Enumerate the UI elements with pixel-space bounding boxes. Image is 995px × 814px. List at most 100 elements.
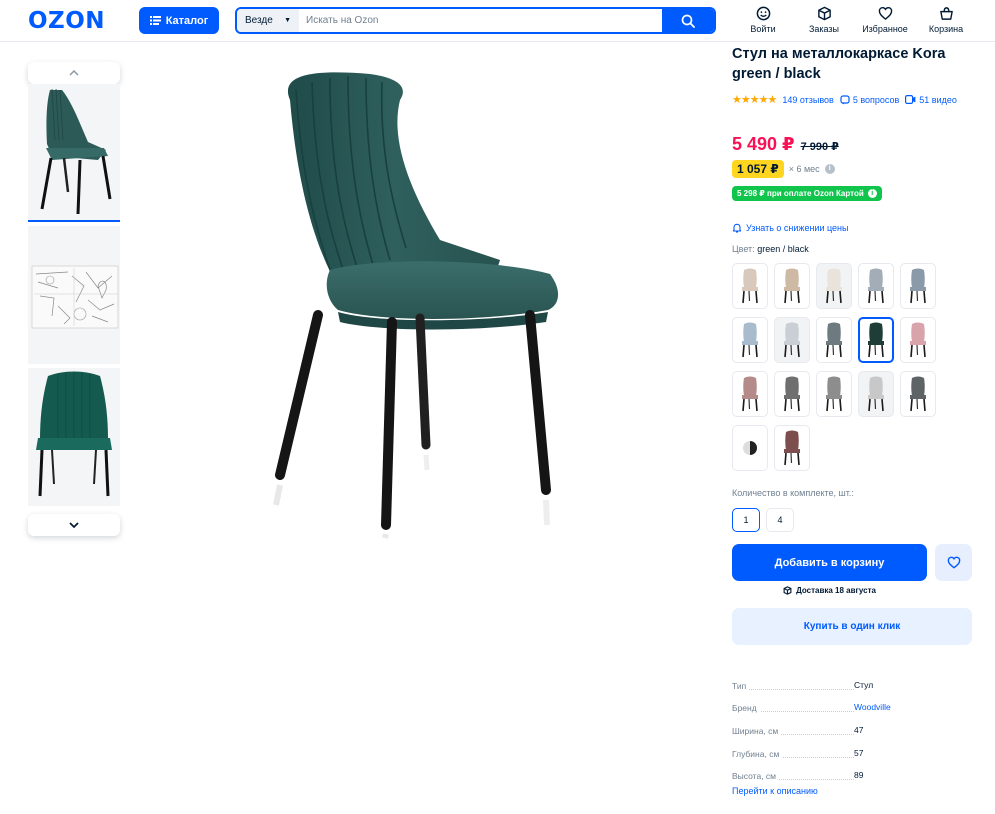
nav-login[interactable]: Войти (733, 6, 793, 34)
rating-row: ★★★★★ 149 отзывов 5 вопросов 51 видео (732, 93, 957, 106)
quantity-options: 1 4 (732, 508, 794, 532)
color-swatches (732, 263, 942, 471)
thumbnail-assembly-diagram[interactable] (28, 226, 120, 364)
color-swatch[interactable] (858, 371, 894, 417)
installment-row[interactable]: 1 057 ₽ × 6 мес i (732, 160, 835, 178)
color-swatch[interactable] (816, 371, 852, 417)
nav-login-label: Войти (750, 24, 776, 34)
questions-link[interactable]: 5 вопросов (840, 95, 899, 105)
bell-icon (732, 223, 742, 233)
color-swatch[interactable] (858, 263, 894, 309)
nav-orders-label: Заказы (808, 24, 840, 34)
color-swatch[interactable] (774, 425, 810, 471)
buy-one-click-button[interactable]: Купить в один клик (732, 608, 972, 645)
spec-row: Глубина, см 57 (732, 735, 972, 759)
spec-name: Высота, см (732, 771, 780, 782)
nav-cart[interactable]: Корзина (916, 6, 976, 34)
catalog-button[interactable]: Каталог (139, 7, 219, 34)
spec-row: Высота, см 89 (732, 758, 972, 782)
diagram-thumbnail-image (31, 265, 119, 329)
ozon-card-price-badge[interactable]: 5 298 ₽ при оплате Ozon Картой i (732, 186, 882, 201)
quantity-option-1[interactable]: 1 (732, 508, 760, 532)
chair-swatch-icon (784, 376, 800, 412)
caret-down-icon: ▼ (284, 17, 291, 24)
spec-name: Ширина, см (732, 726, 782, 737)
menu-icon (149, 16, 161, 25)
chair-swatch-icon (742, 268, 758, 304)
two-tone-color-icon (743, 441, 757, 455)
thumbnail-chair-front[interactable] (28, 368, 120, 506)
chair-front-thumbnail-image (36, 371, 112, 497)
go-to-description-link[interactable]: Перейти к описанию (732, 786, 818, 796)
old-price: 7 990 ₽ (800, 141, 839, 153)
color-swatch[interactable] (900, 263, 936, 309)
catalog-label: Каталог (165, 14, 209, 27)
heart-icon (878, 6, 892, 21)
color-swatch[interactable] (732, 371, 768, 417)
spec-value: 47 (854, 725, 864, 736)
quantity-option-4[interactable]: 4 (766, 508, 794, 532)
chair-swatch-icon (826, 322, 842, 358)
search-scope-select[interactable]: Везде ▼ (237, 9, 299, 32)
chair-swatch-icon (784, 322, 800, 358)
brand-link[interactable]: Woodville (854, 702, 891, 712)
chair-swatch-icon (742, 322, 758, 358)
user-icon (756, 6, 770, 21)
videos-link[interactable]: 51 видео (905, 95, 957, 105)
color-swatch[interactable] (900, 317, 936, 363)
color-label: Цвет: green / black (732, 244, 809, 254)
nav-orders[interactable]: Заказы (794, 6, 854, 34)
videos-label: 51 видео (919, 94, 957, 105)
color-swatch[interactable] (816, 263, 852, 309)
chair-swatch-icon (868, 322, 884, 358)
chair-swatch-icon (868, 376, 884, 412)
nav-favorites-label: Избранное (862, 24, 908, 34)
rating-stars-icon: ★★★★★ (732, 94, 777, 106)
spec-row: Бренд Woodville (732, 690, 972, 714)
chair-swatch-icon (826, 268, 842, 304)
ozon-logo[interactable]: OZON (28, 8, 105, 34)
chair-swatch-icon (742, 376, 758, 412)
color-swatch[interactable] (900, 371, 936, 417)
product-main-image[interactable] (260, 60, 580, 540)
chair-swatch-icon (910, 376, 926, 412)
spec-name: Бренд (732, 703, 760, 714)
box-icon (817, 6, 831, 21)
chair-swatch-icon (784, 268, 800, 304)
search-icon (681, 14, 695, 28)
search-input[interactable] (299, 9, 662, 32)
price-drop-notify-link[interactable]: Узнать о снижении цены (732, 223, 848, 233)
price-row: 5 490 ₽ 7 990 ₽ (732, 134, 839, 155)
color-swatch[interactable] (774, 371, 810, 417)
add-to-favorites-button[interactable] (935, 544, 972, 581)
reviews-link[interactable]: 149 отзывов (782, 95, 834, 105)
thumbnails-scroll-down-button[interactable] (28, 514, 120, 536)
chair-swatch-icon (826, 376, 842, 412)
header: OZON Каталог Везде ▼ Войти Заказы Избран… (0, 0, 995, 42)
color-swatch[interactable] (816, 317, 852, 363)
thumbnail-chair-angle[interactable] (28, 84, 120, 222)
installment-price: 1 057 ₽ (732, 160, 784, 178)
search-button[interactable] (662, 9, 714, 32)
questions-label: 5 вопросов (852, 94, 900, 105)
chair-swatch-icon (868, 268, 884, 304)
spec-row: Ширина, см 47 (732, 712, 972, 737)
color-swatch[interactable] (858, 317, 894, 363)
info-icon[interactable]: i (824, 164, 835, 174)
nav-favorites[interactable]: Избранное (855, 6, 915, 34)
installment-term: × 6 мес (788, 164, 820, 174)
color-swatch[interactable] (774, 317, 810, 363)
search-bar: Везде ▼ (235, 7, 716, 34)
spec-name: Глубина, см (732, 748, 783, 759)
price-drop-notify-label: Узнать о снижении цены (746, 223, 849, 233)
spec-row: Тип Стул (732, 667, 972, 691)
add-to-cart-button[interactable]: Добавить в корзину (732, 544, 927, 581)
thumbnails-scroll-up-button[interactable] (28, 62, 120, 84)
box-icon (783, 586, 792, 595)
color-swatch[interactable] (774, 263, 810, 309)
color-swatch[interactable] (732, 317, 768, 363)
color-swatch[interactable] (732, 263, 768, 309)
color-swatch[interactable] (732, 425, 768, 471)
heart-icon (947, 556, 960, 569)
info-icon: i (867, 189, 877, 198)
